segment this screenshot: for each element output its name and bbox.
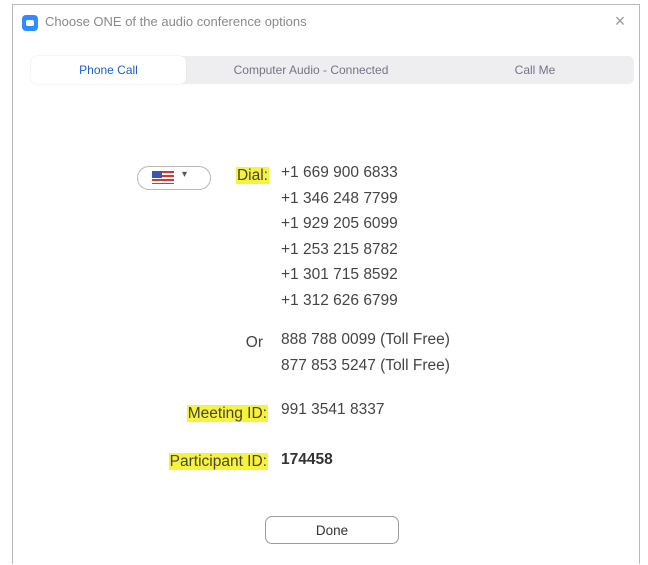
phone-number: +1 253 215 8782 bbox=[281, 240, 398, 258]
dial-label: Dial: bbox=[235, 167, 269, 184]
us-flag-icon bbox=[152, 171, 174, 184]
phone-number: 888 788 0099 (Toll Free) bbox=[281, 331, 450, 348]
meeting-id-label: Meeting ID: bbox=[186, 405, 268, 422]
toll-free-numbers: 888 788 0099 (Toll Free) 877 853 5247 (T… bbox=[281, 327, 450, 378]
chevron-down-icon: ▾ bbox=[182, 169, 188, 180]
phone-number: +1 669 900 6833 bbox=[281, 164, 398, 181]
tab-phone-call[interactable]: Phone Call bbox=[31, 56, 186, 84]
participant-id-value: 174458 bbox=[281, 451, 333, 468]
title-bar: Choose ONE of the audio conference optio… bbox=[13, 5, 639, 41]
dial-numbers: +1 669 900 6833 +1 346 248 7799 +1 929 2… bbox=[281, 160, 398, 313]
tab-bar: Phone Call Computer Audio - Connected Ca… bbox=[31, 56, 634, 84]
participant-id-label: Participant ID: bbox=[168, 453, 268, 470]
done-button[interactable]: Done bbox=[265, 516, 399, 544]
phone-number: +1 301 715 8592 bbox=[281, 266, 398, 283]
meeting-id-value: 991 3541 8337 bbox=[281, 401, 385, 418]
phone-number: +1 346 248 7799 bbox=[281, 189, 398, 207]
country-select[interactable]: ▾ bbox=[137, 166, 211, 190]
audio-options-dialog: Choose ONE of the audio conference optio… bbox=[12, 4, 640, 564]
phone-number: +1 929 205 6099 bbox=[281, 215, 398, 232]
zoom-app-icon bbox=[22, 15, 38, 31]
or-label: Or bbox=[245, 334, 263, 351]
phone-number: +1 312 626 6799 bbox=[281, 291, 398, 309]
close-icon[interactable]: × bbox=[609, 10, 631, 32]
phone-number: 877 853 5247 (Toll Free) bbox=[281, 356, 450, 374]
dialog-title: Choose ONE of the audio conference optio… bbox=[45, 14, 307, 29]
tab-call-me[interactable]: Call Me bbox=[436, 56, 634, 84]
tab-computer-audio[interactable]: Computer Audio - Connected bbox=[186, 56, 436, 84]
